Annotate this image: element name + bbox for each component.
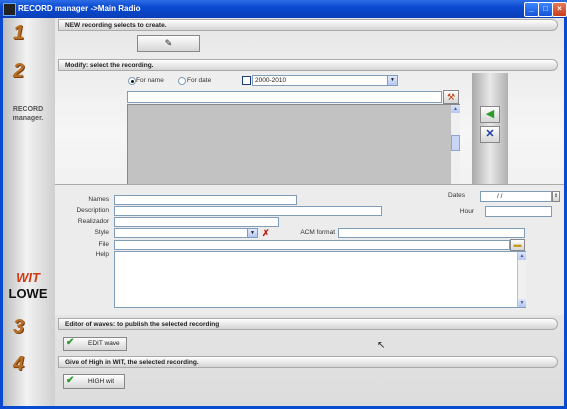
window-title: RECORD manager ->Main Radio: [18, 4, 141, 13]
style-select[interactable]: ▼: [114, 228, 258, 238]
acm-format-field[interactable]: [338, 228, 525, 238]
editor-header: Editor of waves: to publish the selected…: [58, 318, 558, 330]
title-bar: RECORD manager ->Main Radio _ □ ×: [0, 0, 567, 18]
maximize-button[interactable]: □: [538, 2, 553, 17]
scroll-up-icon[interactable]: ▲: [451, 105, 460, 113]
scroll-up-icon[interactable]: ▲: [518, 252, 526, 260]
high-wit-label: HIGH wit: [88, 378, 114, 385]
step-3-number: 3: [13, 316, 25, 338]
edit-wave-label: EDIT wave: [88, 340, 120, 347]
help-textarea[interactable]: ▲ ▼: [114, 251, 526, 308]
checkmark-icon: ✔: [66, 337, 75, 349]
clear-style-icon[interactable]: ✗: [262, 228, 270, 238]
dates-label: Dates: [448, 192, 465, 199]
realizador-field[interactable]: [114, 217, 279, 227]
date-range-checkbox[interactable]: [242, 76, 251, 85]
new-recording-header: NEW recording selects to create.: [58, 19, 558, 31]
step-1-number: 1: [13, 22, 25, 44]
modify-header: Modify: select the recording.: [58, 59, 558, 71]
left-sidebar: 1 2 RECORD manager. WIT LOWE 3 4: [3, 18, 55, 406]
mouse-cursor-icon: ↖: [377, 340, 386, 351]
minimize-button[interactable]: _: [524, 2, 539, 17]
logo-wit: WIT: [16, 270, 40, 285]
app-icon: [3, 3, 16, 16]
radio-for-date[interactable]: [178, 77, 186, 85]
acm-format-label: ACM format: [300, 229, 335, 236]
radio-for-date-label: For date: [187, 77, 212, 84]
side-label-record: RECORD: [12, 106, 44, 113]
step-2-number: 2: [13, 60, 25, 82]
delete-x-icon[interactable]: ✕: [480, 126, 500, 143]
style-label: Style: [94, 229, 109, 236]
step-4-number: 4: [13, 353, 25, 375]
names-field[interactable]: [114, 195, 297, 205]
actions-panel: ◀ ✕: [472, 73, 508, 198]
chevron-down-icon[interactable]: ▼: [387, 76, 397, 85]
edit-wave-button[interactable]: ✔ EDIT wave: [63, 337, 127, 351]
scroll-thumb[interactable]: [451, 135, 460, 151]
scroll-down-icon[interactable]: ▼: [518, 299, 526, 307]
hour-label: Hour: [459, 208, 474, 215]
chevron-down-icon[interactable]: ▼: [247, 229, 257, 237]
hour-field[interactable]: [485, 206, 552, 217]
logo-lowe: LOWE: [8, 286, 48, 301]
help-label: Help: [95, 251, 109, 258]
help-scrollbar[interactable]: ▲ ▼: [517, 252, 526, 307]
file-label: File: [98, 241, 109, 248]
dates-spinner[interactable]: ⇕: [552, 191, 560, 202]
search-input[interactable]: [127, 91, 442, 103]
radio-for-name-label: For name: [136, 77, 164, 84]
radio-for-name[interactable]: [128, 77, 136, 85]
search-tool-icon[interactable]: ⚒: [443, 90, 459, 104]
high-wit-button[interactable]: ✔ HIGH wit: [63, 374, 125, 389]
folder-icon[interactable]: ▬: [510, 239, 525, 251]
dates-value: / /: [497, 193, 503, 200]
description-label: Description: [76, 207, 109, 214]
file-field[interactable]: [114, 240, 510, 250]
dates-field[interactable]: / /: [480, 191, 552, 202]
speaker-icon[interactable]: ◀: [480, 106, 500, 123]
date-range-select[interactable]: 2000-2010 ▼: [252, 75, 398, 86]
close-button[interactable]: ×: [552, 2, 567, 17]
main-panel: NEW recording selects to create. ✎ Modif…: [55, 18, 564, 406]
realizador-label: Realizador: [77, 218, 109, 225]
description-field[interactable]: [114, 206, 382, 216]
new-recording-button[interactable]: ✎: [137, 35, 200, 52]
names-label: Names: [88, 196, 109, 203]
checkmark-icon: ✔: [66, 375, 75, 387]
date-range-value: 2000-2010: [255, 77, 287, 84]
side-label-manager: manager.: [12, 115, 44, 122]
high-header: Give of High in WIT, the selected record…: [58, 356, 558, 368]
